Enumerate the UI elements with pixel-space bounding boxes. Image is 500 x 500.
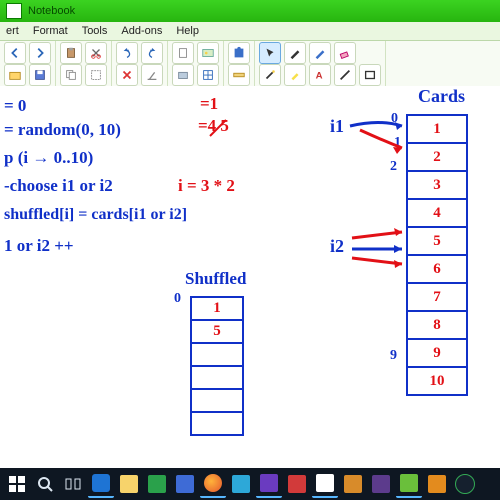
code-line-5: shuffled[i] = cards[i1 or i2] bbox=[4, 206, 187, 224]
tb-firefox-icon[interactable] bbox=[200, 470, 226, 498]
addon-puzzle-icon[interactable] bbox=[228, 42, 250, 64]
crop-icon[interactable] bbox=[85, 64, 107, 86]
eraser-icon[interactable] bbox=[334, 42, 356, 64]
table-icon[interactable] bbox=[197, 64, 219, 86]
menu-help[interactable]: Help bbox=[176, 25, 199, 37]
annot-mid: i = 3 * 2 bbox=[178, 176, 235, 196]
tb-explorer-icon[interactable] bbox=[116, 471, 142, 497]
taskview-icon[interactable] bbox=[60, 471, 86, 497]
shuffled-idx-0: 0 bbox=[174, 291, 181, 307]
cards-idx-9: 9 bbox=[390, 348, 397, 364]
toolbar: A bbox=[0, 41, 500, 88]
pen-icon[interactable] bbox=[284, 42, 306, 64]
search-icon[interactable] bbox=[32, 471, 58, 497]
svg-text:A: A bbox=[316, 71, 323, 82]
tb-mail-icon[interactable] bbox=[172, 471, 198, 497]
title-bar: Notebook bbox=[0, 0, 500, 22]
text-icon[interactable]: A bbox=[309, 64, 331, 86]
forward-icon[interactable] bbox=[29, 42, 51, 64]
paste-icon[interactable] bbox=[60, 42, 82, 64]
shuffled-table: 15 bbox=[190, 296, 244, 436]
window-title: Notebook bbox=[28, 5, 75, 17]
save-icon[interactable] bbox=[29, 64, 51, 86]
tb-app2-icon[interactable] bbox=[284, 471, 310, 497]
screencap-icon[interactable] bbox=[172, 64, 194, 86]
cursor-icon[interactable] bbox=[259, 42, 281, 64]
tb-sublime-icon[interactable] bbox=[424, 471, 450, 497]
redo-icon[interactable] bbox=[141, 42, 163, 64]
code-line-4: -choose i1 or i2 bbox=[4, 176, 113, 196]
tb-app1-icon[interactable] bbox=[228, 471, 254, 497]
measure-icon[interactable] bbox=[228, 64, 250, 86]
undo-icon[interactable] bbox=[116, 42, 138, 64]
shuffled-title: Shuffled bbox=[185, 269, 246, 289]
gallery-icon[interactable] bbox=[197, 42, 219, 64]
magicpen-icon[interactable] bbox=[259, 64, 281, 86]
open-icon[interactable] bbox=[4, 64, 26, 86]
tb-notebook-icon[interactable] bbox=[312, 470, 338, 498]
highlighter-icon[interactable] bbox=[284, 64, 306, 86]
tb-app3-icon[interactable] bbox=[340, 471, 366, 497]
taskbar bbox=[0, 468, 500, 500]
start-icon[interactable] bbox=[4, 471, 30, 497]
tb-vs-icon[interactable] bbox=[256, 470, 282, 498]
label-i2: i2 bbox=[330, 236, 344, 257]
annot-r1: =1 bbox=[200, 94, 218, 114]
delete-icon[interactable] bbox=[116, 64, 138, 86]
cards-title: Cards bbox=[418, 86, 465, 107]
code-line-1: = 0 bbox=[4, 96, 26, 116]
tb-app4-icon[interactable] bbox=[368, 471, 394, 497]
cut-icon[interactable] bbox=[85, 42, 107, 64]
clearink-icon[interactable] bbox=[141, 64, 163, 86]
arrow-i1-red bbox=[360, 126, 410, 156]
whiteboard-canvas[interactable]: = 0 = random(0, 10) p (i → 0..10) -choos… bbox=[0, 86, 500, 468]
tb-edge-icon[interactable] bbox=[88, 470, 114, 498]
menu-format[interactable]: Format bbox=[33, 25, 68, 37]
code-line-6: 1 or i2 ++ bbox=[4, 236, 74, 256]
back-icon[interactable] bbox=[4, 42, 26, 64]
code-line-2: = random(0, 10) bbox=[4, 120, 121, 140]
menu-tools[interactable]: Tools bbox=[82, 25, 108, 37]
shape-icon[interactable] bbox=[359, 64, 381, 86]
cards-table: 12 34 56 78 910 bbox=[406, 114, 468, 396]
label-i1: i1 bbox=[330, 116, 344, 137]
calligraphy-icon[interactable] bbox=[309, 42, 331, 64]
menu-addons[interactable]: Add-ons bbox=[121, 25, 162, 37]
tb-store-icon[interactable] bbox=[144, 471, 170, 497]
menu-insert[interactable]: ert bbox=[6, 25, 19, 37]
newpage-icon[interactable] bbox=[172, 42, 194, 64]
arrow-i2-red-down bbox=[352, 254, 410, 274]
code-line-3: p (i → 0..10) bbox=[4, 148, 93, 168]
strike-red bbox=[210, 120, 230, 140]
line-icon[interactable] bbox=[334, 64, 356, 86]
app-icon bbox=[6, 3, 22, 19]
tb-camtasia-icon[interactable] bbox=[396, 470, 422, 498]
tb-steam-icon[interactable] bbox=[452, 471, 478, 497]
menu-bar: ert Format Tools Add-ons Help bbox=[0, 22, 500, 41]
copy-icon[interactable] bbox=[60, 64, 82, 86]
cards-idx-2: 2 bbox=[390, 159, 397, 175]
